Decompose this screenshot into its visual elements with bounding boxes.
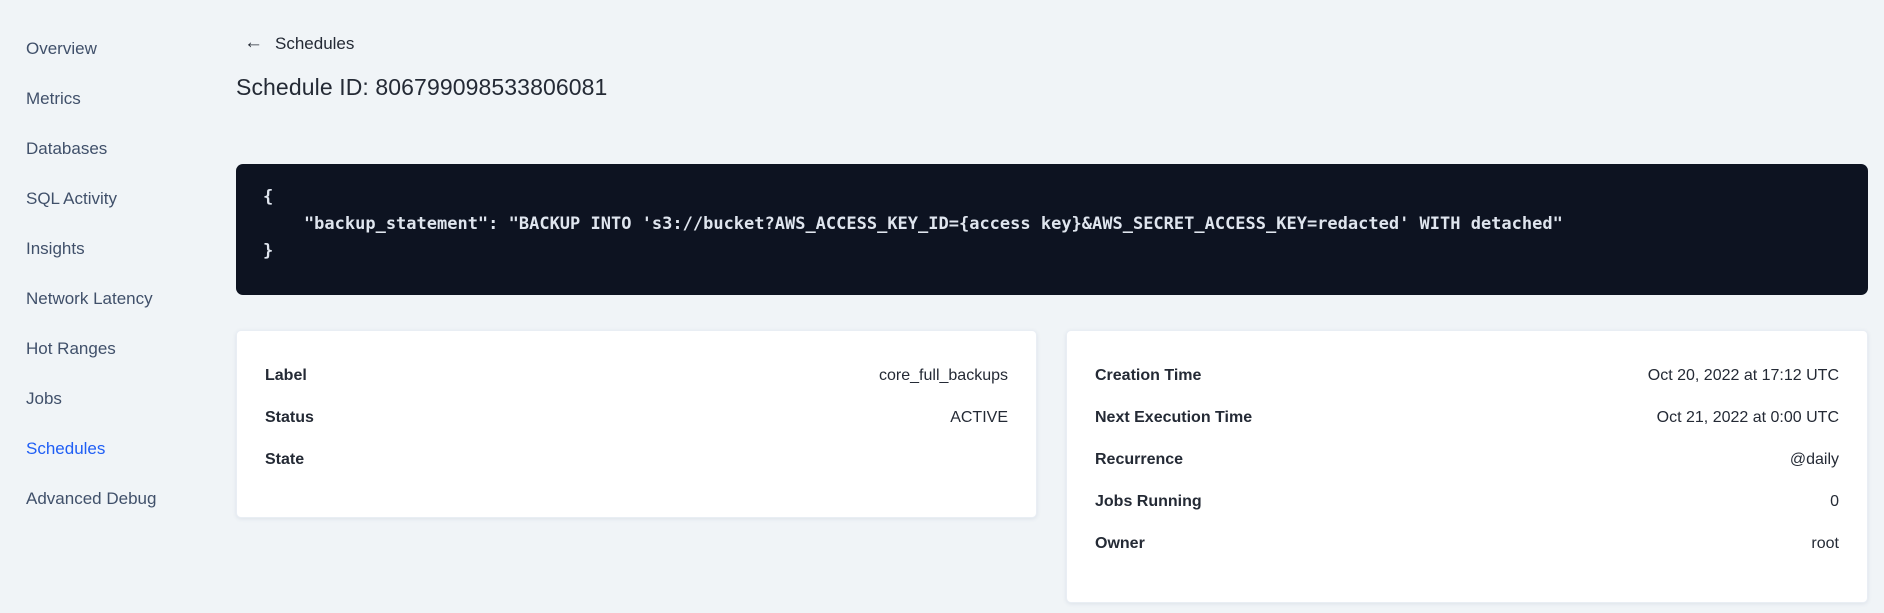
row-label: Next Execution Time bbox=[1095, 409, 1253, 426]
sidebar-item-insights[interactable]: Insights bbox=[0, 224, 200, 274]
row-value: 0 bbox=[1830, 493, 1839, 510]
page-title: Schedule ID: 806799098533806081 bbox=[236, 74, 608, 100]
row-label: Creation Time bbox=[1095, 367, 1202, 384]
schedule-timing-card: Creation Time Oct 20, 2022 at 17:12 UTC … bbox=[1066, 330, 1868, 603]
sidebar-item-jobs[interactable]: Jobs bbox=[0, 374, 200, 424]
detail-row-label: Label core_full_backups bbox=[265, 355, 1008, 397]
row-value: Oct 20, 2022 at 17:12 UTC bbox=[1647, 367, 1839, 384]
schedule-details-card: Label core_full_backups Status ACTIVE St… bbox=[236, 330, 1037, 518]
row-label: Label bbox=[265, 367, 307, 384]
detail-row-jobs-running: Jobs Running 0 bbox=[1095, 481, 1839, 523]
detail-row-owner: Owner root bbox=[1095, 523, 1839, 565]
detail-row-creation-time: Creation Time Oct 20, 2022 at 17:12 UTC bbox=[1095, 355, 1839, 397]
back-link-label: Schedules bbox=[275, 34, 355, 53]
row-value: @daily bbox=[1789, 451, 1839, 468]
detail-row-status: Status ACTIVE bbox=[265, 397, 1008, 439]
row-label: Owner bbox=[1095, 535, 1145, 552]
sidebar-item-databases[interactable]: Databases bbox=[0, 124, 200, 174]
row-label: Recurrence bbox=[1095, 451, 1184, 468]
sidebar-item-advanced-debug[interactable]: Advanced Debug bbox=[0, 474, 200, 524]
detail-row-recurrence: Recurrence @daily bbox=[1095, 439, 1839, 481]
row-label: Jobs Running bbox=[1095, 493, 1202, 510]
row-label: Status bbox=[265, 409, 314, 426]
sidebar-item-hot-ranges[interactable]: Hot Ranges bbox=[0, 324, 200, 374]
sidebar-nav-list: Overview Metrics Databases SQL Activity … bbox=[0, 24, 200, 524]
code-line: { bbox=[263, 187, 274, 207]
row-value: ACTIVE bbox=[950, 409, 1008, 426]
row-value: root bbox=[1811, 535, 1839, 552]
row-label: State bbox=[265, 451, 305, 468]
sidebar-item-network-latency[interactable]: Network Latency bbox=[0, 274, 200, 324]
code-line: } bbox=[263, 241, 274, 261]
sidebar-item-metrics[interactable]: Metrics bbox=[0, 74, 200, 124]
back-to-schedules-link[interactable]: ← Schedules bbox=[244, 32, 355, 55]
detail-row-next-execution-time: Next Execution Time Oct 21, 2022 at 0:00… bbox=[1095, 397, 1839, 439]
row-value: core_full_backups bbox=[879, 367, 1008, 384]
code-line: "backup_statement": "BACKUP INTO 's3://b… bbox=[263, 214, 1563, 234]
main-content: ← Schedules Schedule ID: 806799098533806… bbox=[236, 0, 1868, 613]
arrow-left-icon: ← bbox=[244, 32, 263, 53]
sidebar-item-overview[interactable]: Overview bbox=[0, 24, 200, 74]
sidebar-item-sql-activity[interactable]: SQL Activity bbox=[0, 174, 200, 224]
sidebar-item-schedules[interactable]: Schedules bbox=[0, 424, 200, 474]
schedule-definition-code-block: { "backup_statement": "BACKUP INTO 's3:/… bbox=[236, 164, 1868, 295]
sidebar: Overview Metrics Databases SQL Activity … bbox=[0, 0, 200, 613]
row-value: Oct 21, 2022 at 0:00 UTC bbox=[1656, 409, 1839, 426]
detail-row-state: State bbox=[265, 439, 1008, 481]
